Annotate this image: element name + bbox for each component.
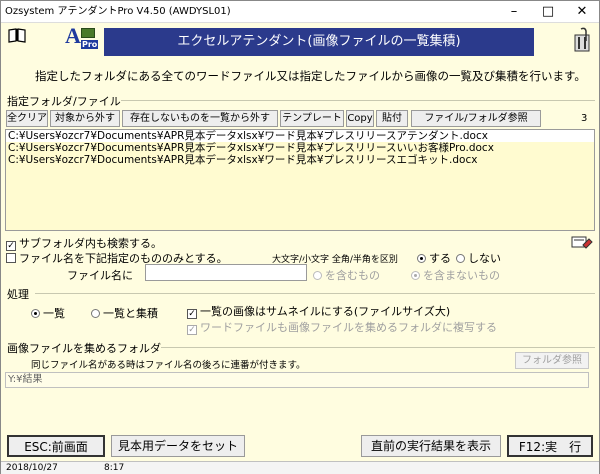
copy-word-checkbox[interactable]: ✓ ワードファイルも画像ファイルを集めるフォルダに複写する [187, 319, 497, 335]
title-bar: Ozsystem アテンダントPro V4.50 (AWDYSL01) – □ … [1, 1, 599, 23]
esc-back-button[interactable]: ESC:前画面 [7, 435, 105, 457]
file-list[interactable]: C:¥Users¥ozcr7¥Documents¥APR見本データxlsx¥ワー… [5, 129, 595, 231]
status-date: 2018/10/27 [6, 463, 58, 473]
clip-icon[interactable] [573, 27, 593, 53]
contains-radio[interactable]: を含むもの [313, 267, 380, 283]
app-window: Ozsystem アテンダントPro V4.50 (AWDYSL01) – □ … [0, 0, 600, 474]
list-only-radio[interactable]: 一覧 [31, 305, 65, 321]
file-list-item[interactable]: C:¥Users¥ozcr7¥Documents¥APR見本データxlsx¥ワー… [6, 142, 594, 154]
template-button[interactable]: テンプレート [280, 110, 344, 127]
close-button[interactable]: ✕ [565, 1, 599, 23]
radio-selected-icon [31, 309, 40, 318]
file-list-item[interactable]: C:¥Users¥ozcr7¥Documents¥APR見本データxlsx¥ワー… [6, 154, 594, 166]
case-no-radio[interactable]: しない [456, 250, 501, 266]
checkbox-checked-icon: ✓ [187, 309, 197, 319]
browse-file-folder-button[interactable]: ファイル/フォルダ参照 [411, 110, 541, 127]
checkbox-checked-icon: ✓ [187, 325, 197, 335]
radio-unselected-icon [313, 271, 322, 280]
remove-missing-button[interactable]: 存在しないものを一覧から外す [122, 110, 278, 127]
include-subfolders-checkbox[interactable]: ✓ サブフォルダ内も検索する。 [6, 235, 162, 251]
maximize-button[interactable]: □ [531, 1, 565, 23]
thumbnail-checkbox[interactable]: ✓ 一覧の画像はサムネイルにする(ファイルサイズ大) [187, 303, 450, 319]
radio-selected-icon [417, 254, 426, 263]
folder-browse-button[interactable]: フォルダ参照 [515, 352, 589, 369]
not-contains-radio[interactable]: を含まないもの [411, 267, 500, 283]
copy-button[interactable]: Copy [346, 110, 374, 127]
filename-in-label: ファイル名に [67, 269, 133, 282]
collect-folder-path[interactable]: Y:¥結果 [5, 372, 589, 388]
status-bar: 2018/10/27 8:17 [1, 461, 599, 474]
f12-execute-button[interactable]: F12:実 行 [507, 435, 593, 457]
page-banner: エクセルアテンダント(画像ファイルの一覧集積) [104, 28, 534, 56]
eraser-icon[interactable] [571, 235, 593, 253]
remove-target-button[interactable]: 対象から外す [50, 110, 120, 127]
case-yes-radio[interactable]: する [417, 250, 451, 266]
process-section-title: 処理 [7, 288, 29, 301]
paste-button[interactable]: 貼付 [376, 110, 408, 127]
checkbox-unchecked-icon [6, 253, 16, 263]
set-sample-data-button[interactable]: 見本用データをセット [111, 435, 245, 457]
collect-note: 同じファイル名がある時はファイル名の後ろに連番が付きます。 [31, 360, 306, 371]
window-title: Ozsystem アテンダントPro V4.50 (AWDYSL01) [5, 6, 231, 17]
file-list-item[interactable]: C:¥Users¥ozcr7¥Documents¥APR見本データxlsx¥ワー… [6, 130, 594, 142]
minimize-button[interactable]: – [497, 1, 531, 23]
clear-all-button[interactable]: 全クリア [6, 110, 48, 127]
book-icon[interactable] [7, 27, 27, 43]
file-count: 3 [581, 113, 588, 124]
list-and-collect-radio[interactable]: 一覧と集積 [91, 305, 158, 321]
radio-unselected-icon [456, 254, 465, 263]
radio-unselected-icon [91, 309, 100, 318]
app-logo-icon: A Pro [65, 23, 99, 49]
show-last-result-button[interactable]: 直前の実行結果を表示 [361, 435, 501, 457]
folder-section-title: 指定フォルダ/ファイル [7, 95, 121, 108]
radio-selected-icon [411, 271, 420, 280]
collect-section-title: 画像ファイルを集めるフォルダ [7, 342, 161, 355]
status-time: 8:17 [104, 463, 125, 473]
description-text: 指定したフォルダにある全てのワードファイル又は指定したファイルから画像の一覧及び… [35, 69, 586, 83]
filename-input[interactable] [145, 264, 307, 281]
